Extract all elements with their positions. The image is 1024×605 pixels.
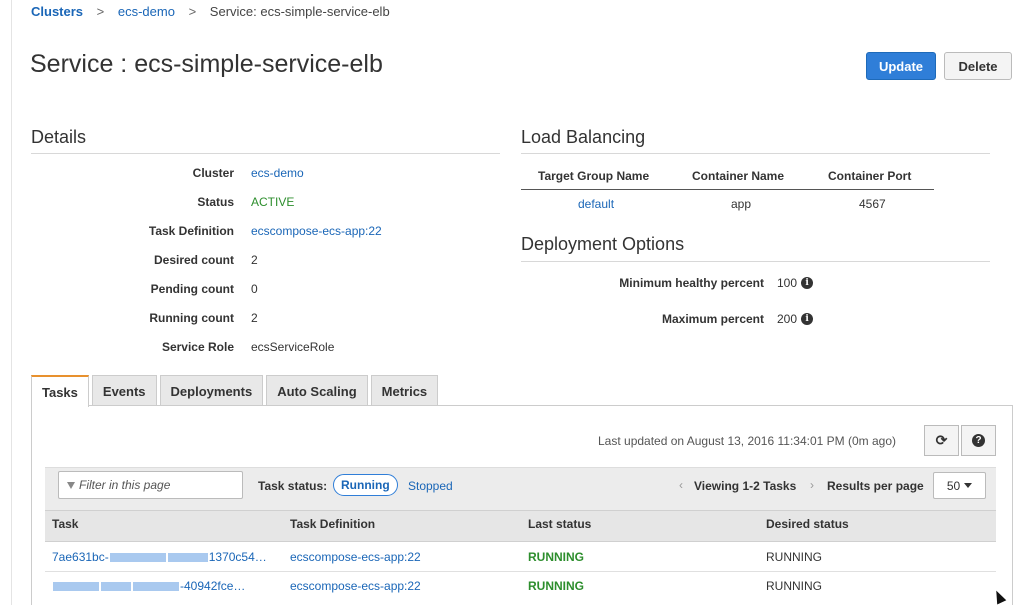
breadcrumb-current: Service: ecs-simple-service-elb (209, 4, 390, 19)
help-button[interactable]: ? (961, 425, 996, 456)
detail-label-pending-count: Pending count (150, 282, 234, 296)
detail-label-status: Status (197, 195, 234, 209)
tab-tasks[interactable]: Tasks (31, 375, 89, 407)
last-updated-text: Last updated on August 13, 2016 11:34:01… (598, 434, 896, 448)
lb-container-port: 4567 (859, 197, 886, 211)
load-balancing-heading: Load Balancing (521, 127, 646, 147)
help-icon: ? (972, 434, 985, 447)
detail-value-cluster-link[interactable]: ecs-demo (251, 166, 304, 180)
max-percent-label: Maximum percent (661, 312, 764, 326)
detail-value-service-role: ecsServiceRole (251, 340, 335, 354)
breadcrumb-separator: > (96, 4, 105, 19)
info-icon[interactable]: i (801, 313, 814, 325)
next-page-icon[interactable]: › (810, 478, 814, 492)
last-status: RUNNING (528, 550, 584, 564)
redacted-block (133, 582, 179, 592)
breadcrumb-clusters-link[interactable]: Clusters (31, 4, 83, 19)
column-header-task-definition[interactable]: Task Definition (290, 517, 375, 531)
last-status: RUNNING (528, 579, 584, 593)
tab-deployments[interactable]: Deployments (159, 375, 264, 406)
min-healthy-percent-label: Minimum healthy percent (619, 276, 764, 290)
update-button[interactable]: Update (866, 52, 936, 80)
min-healthy-percent: 100 i (777, 276, 814, 290)
task-id-link[interactable]: 7ae631bc- 1370c54… (52, 550, 267, 564)
deployment-options-divider (521, 261, 990, 262)
lb-container-name: app (731, 197, 752, 211)
task-id-suffix[interactable]: -40942fce… (180, 579, 245, 593)
tasks-table-header (45, 510, 996, 542)
breadcrumb-separator: > (188, 4, 197, 19)
detail-label-cluster: Cluster (192, 166, 234, 180)
detail-value-desired-count: 2 (251, 253, 258, 267)
breadcrumb-cluster-link[interactable]: ecs-demo (118, 4, 175, 19)
deployment-options-heading: Deployment Options (521, 234, 685, 254)
tab-events[interactable]: Events (91, 375, 157, 406)
redacted-block (101, 582, 131, 592)
filter-placeholder: Filter in this page (79, 478, 171, 492)
load-balancing-divider (521, 153, 990, 154)
detail-value-running-count: 2 (251, 311, 258, 325)
detail-value-status: ACTIVE (251, 195, 295, 209)
left-border (11, 0, 12, 605)
detail-value-task-definition-link[interactable]: ecscompose-ecs-app:22 (251, 224, 382, 238)
max-percent: 200 i (777, 312, 814, 326)
task-id-link[interactable]: -40942fce… (52, 579, 245, 593)
column-header-desired-status[interactable]: Desired status (766, 517, 849, 531)
refresh-button[interactable]: ⟳ (924, 425, 959, 456)
task-id-suffix[interactable]: 1370c54… (209, 550, 267, 564)
detail-label-service-role: Service Role (161, 340, 234, 354)
task-id-prefix[interactable]: 7ae631bc- (52, 550, 109, 564)
task-status-label: Task status: (258, 479, 328, 493)
redacted-block (167, 553, 208, 563)
desired-status: RUNNING (766, 579, 822, 593)
results-per-page-label: Results per page (827, 479, 924, 493)
min-healthy-percent-value: 100 (777, 276, 798, 290)
viewing-count: Viewing 1-2 Tasks (694, 479, 797, 493)
row-divider (45, 571, 996, 572)
delete-button[interactable]: Delete (944, 52, 1012, 80)
previous-page-icon[interactable]: ‹ (679, 478, 683, 492)
max-percent-value: 200 (777, 312, 798, 326)
column-header-task[interactable]: Task (52, 517, 78, 531)
info-icon[interactable]: i (801, 277, 814, 289)
lb-header-rule (521, 189, 934, 190)
tab-metrics[interactable]: Metrics (370, 375, 439, 406)
task-definition-link[interactable]: ecscompose-ecs-app:22 (290, 550, 421, 564)
lb-header-container-port: Container Port (828, 169, 912, 183)
status-filter-running[interactable]: Running (333, 474, 398, 496)
breadcrumb: Clusters > ecs-demo > Service: ecs-simpl… (31, 4, 390, 19)
page-title: Service : ecs-simple-service-elb (30, 50, 383, 78)
tab-auto-scaling[interactable]: Auto Scaling (266, 375, 368, 406)
desired-status: RUNNING (766, 550, 822, 564)
chevron-down-icon (964, 483, 973, 488)
details-heading: Details (31, 127, 87, 147)
filter-icon (67, 481, 75, 489)
detail-label-task-definition: Task Definition (148, 224, 234, 238)
redacted-block (109, 553, 166, 563)
lb-header-target-group: Target Group Name (538, 169, 650, 183)
service-tabs: Tasks Events Deployments Auto Scaling Me… (31, 375, 441, 407)
lb-header-container-name: Container Name (692, 169, 785, 183)
results-per-page-select[interactable]: 50 (933, 472, 986, 499)
column-header-last-status[interactable]: Last status (528, 517, 591, 531)
refresh-icon: ⟳ (935, 432, 948, 448)
status-filter-stopped[interactable]: Stopped (408, 479, 453, 493)
detail-value-pending-count: 0 (251, 282, 258, 296)
details-divider (31, 153, 500, 154)
results-per-page-value: 50 (946, 478, 961, 493)
detail-label-running-count: Running count (149, 311, 234, 325)
lb-target-group-link[interactable]: default (578, 197, 614, 211)
filter-input[interactable]: Filter in this page (58, 471, 243, 499)
task-definition-link[interactable]: ecscompose-ecs-app:22 (290, 579, 421, 593)
redacted-block (53, 582, 99, 592)
detail-label-desired-count: Desired count (153, 253, 234, 267)
